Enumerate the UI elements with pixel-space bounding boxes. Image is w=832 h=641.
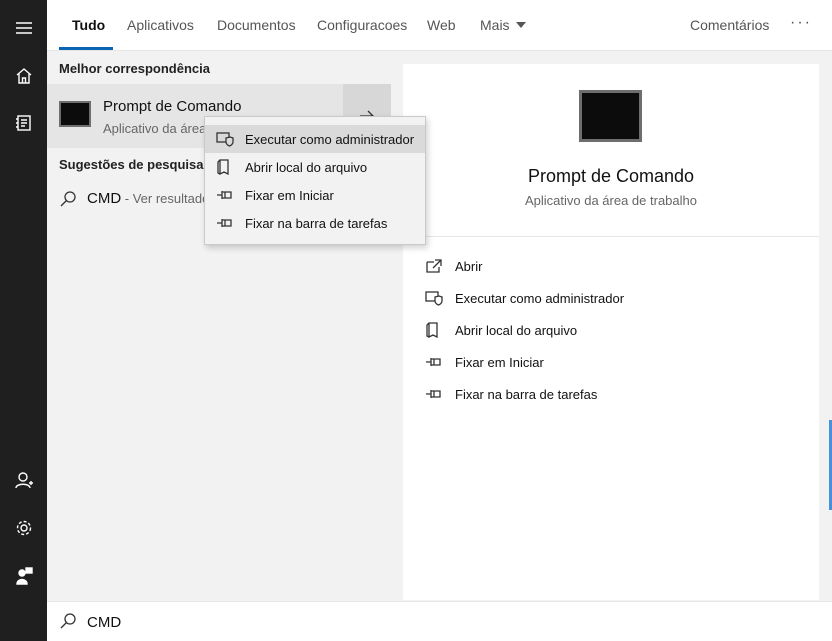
context-pin-to-start[interactable]: Fixar em Iniciar	[205, 181, 425, 209]
add-user-icon[interactable]	[0, 460, 47, 500]
action-label: Executar como administrador	[455, 290, 625, 306]
pin-icon	[217, 191, 232, 199]
feedback-link[interactable]: Comentários	[690, 0, 769, 51]
action-open-file-location[interactable]: Abrir local do arquivo	[425, 318, 577, 342]
suggestion-term: CMD	[87, 190, 122, 207]
action-run-as-admin[interactable]: Executar como administrador	[425, 286, 624, 310]
file-location-icon	[426, 322, 438, 338]
active-tab-indicator	[59, 47, 113, 50]
divider	[403, 236, 819, 237]
command-prompt-icon	[59, 101, 91, 127]
pin-icon	[426, 390, 441, 398]
action-pin-to-taskbar[interactable]: Fixar na barra de tarefas	[425, 382, 597, 406]
context-menu: Executar como administrador Abrir local …	[204, 116, 426, 245]
best-match-title: Prompt de Comando	[103, 98, 242, 115]
hamburger-menu-icon[interactable]	[0, 8, 47, 48]
more-options-icon[interactable]: ···	[790, 0, 812, 51]
tab-mais-label: Mais	[480, 17, 510, 33]
chevron-down-icon	[515, 22, 526, 28]
action-abrir[interactable]: Abrir	[425, 254, 482, 278]
shield-admin-icon	[216, 132, 234, 147]
feedback-user-icon[interactable]	[0, 556, 47, 596]
context-open-file-location[interactable]: Abrir local do arquivo	[205, 153, 425, 181]
command-prompt-large-icon	[579, 90, 642, 142]
tab-configuracoes[interactable]: Configuracoes	[317, 0, 407, 51]
open-icon	[426, 259, 442, 273]
tab-aplicativos[interactable]: Aplicativos	[127, 0, 194, 51]
tab-mais[interactable]: Mais	[480, 0, 526, 51]
detail-subtitle: Aplicativo da área de trabalho	[524, 193, 697, 208]
document-icon[interactable]	[0, 103, 47, 143]
detail-pane: Prompt de Comando Aplicativo da área de …	[403, 64, 819, 600]
search-scope-tabs: Tudo Aplicativos Documentos Configuracoe…	[47, 0, 832, 51]
context-item-label: Executar como administrador	[245, 131, 415, 147]
context-pin-to-taskbar[interactable]: Fixar na barra de tarefas	[205, 209, 425, 237]
search-icon	[59, 612, 77, 633]
suggestions-heading: Sugestões de pesquisa	[59, 157, 204, 172]
action-label: Abrir	[455, 258, 483, 274]
context-item-label: Abrir local do arquivo	[245, 159, 368, 175]
search-icon	[60, 191, 76, 207]
search-input[interactable]	[87, 609, 787, 635]
pin-icon	[217, 219, 232, 227]
action-pin-to-start[interactable]: Fixar em Iniciar	[425, 350, 544, 374]
home-icon[interactable]	[0, 56, 47, 96]
best-match-subtitle: Aplicativo da área	[103, 121, 207, 136]
context-item-label: Fixar em Iniciar	[245, 187, 334, 203]
suggestion-text: CMD - Ver resultado	[87, 190, 209, 207]
tab-tudo[interactable]: Tudo	[72, 0, 105, 51]
file-location-icon	[217, 159, 229, 175]
action-label: Fixar em Iniciar	[455, 354, 544, 370]
context-item-label: Fixar na barra de tarefas	[245, 215, 388, 231]
search-bar	[47, 601, 832, 641]
gear-icon[interactable]	[0, 508, 47, 548]
left-rail	[0, 0, 47, 641]
shield-admin-icon	[425, 291, 443, 306]
action-label: Fixar na barra de tarefas	[455, 386, 598, 402]
tab-web[interactable]: Web	[427, 0, 456, 51]
context-run-as-admin[interactable]: Executar como administrador	[205, 125, 425, 153]
tab-documentos[interactable]: Documentos	[217, 0, 296, 51]
suggestion-hint: - Ver resultado	[121, 191, 210, 206]
detail-title: Prompt de Comando	[527, 166, 695, 186]
pin-icon	[426, 358, 441, 366]
best-match-heading: Melhor correspondência	[59, 61, 210, 76]
action-label: Abrir local do arquivo	[455, 322, 578, 338]
